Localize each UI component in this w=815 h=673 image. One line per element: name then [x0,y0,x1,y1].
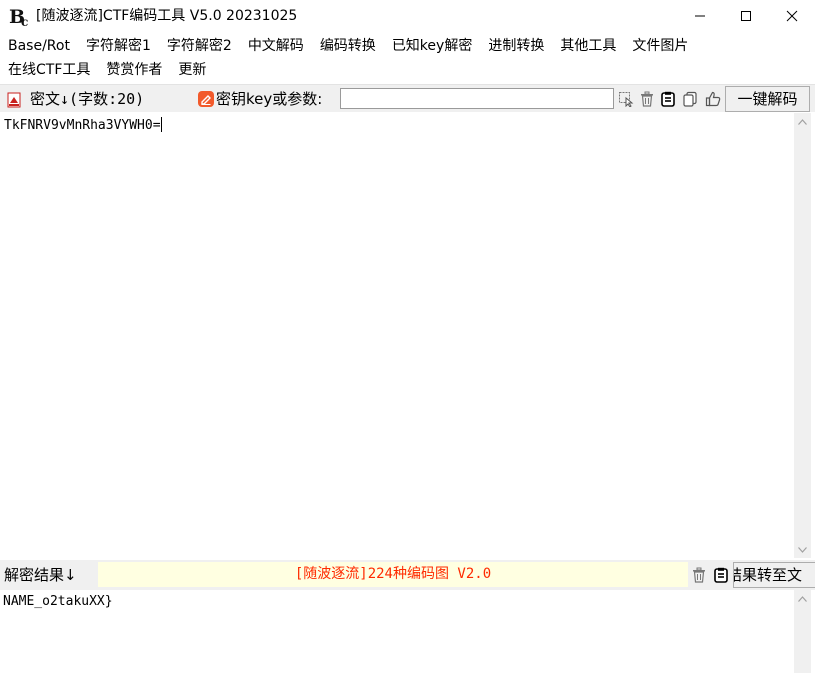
cipher-char-count: (字数:20) [69,90,145,108]
select-icon[interactable] [618,91,634,108]
scroll-down-arrow-icon[interactable] [794,541,811,558]
minimize-button[interactable] [677,0,723,32]
cipher-toolbar: 密文↓(字数:20) 密钥key或参数: 一键解码 [0,84,815,112]
menu-char-decrypt-2[interactable]: 字符解密2 [159,35,240,57]
trash-icon[interactable] [691,567,707,583]
menu-base-rot[interactable]: Base/Rot [0,35,78,57]
result-text: NAME_o2takuXX} [3,594,113,609]
menu-update[interactable]: 更新 [170,59,214,81]
cipher-text: TkFNRV9vMnRha3VYWH0= [4,118,161,133]
cipher-label-group: 密文↓(字数:20) [30,88,144,110]
cipher-arrow: ↓ [60,90,70,108]
key-input[interactable] [340,88,614,109]
paste-icon[interactable] [660,91,676,107]
menu-online-ctf-tools[interactable]: 在线CTF工具 [0,59,98,81]
copy-icon[interactable] [682,91,698,107]
close-icon [786,10,798,22]
result-textarea[interactable]: NAME_o2takuXX} [0,590,794,673]
paste-icon[interactable] [713,567,729,583]
key-edit-icon [198,91,214,107]
one-click-decode-button[interactable]: 一键解码 [725,86,810,112]
menu-bar: Base/Rot 字符解密1 字符解密2 中文解码 编码转换 已知key解密 进… [0,35,815,83]
window-title: [随波逐流]CTF编码工具 V5.0 20231025 [36,8,298,24]
key-label: 密钥key或参数: [216,90,323,108]
menu-donate-author[interactable]: 赞赏作者 [98,59,170,81]
result-to-text-button[interactable]: 结果转至文 [733,562,815,588]
result-toolbar: 解密结果↓ [随波逐流]224种编码图 V2.0 结果转至文 [0,560,815,590]
close-button[interactable] [769,0,815,32]
maximize-icon [741,11,751,21]
bc-logo-icon: B c [9,5,31,29]
trash-icon[interactable] [639,91,655,107]
scroll-up-arrow-icon[interactable] [794,113,811,130]
maximize-button[interactable] [723,0,769,32]
menu-row-1: Base/Rot 字符解密1 字符解密2 中文解码 编码转换 已知key解密 进… [0,35,696,57]
menu-other-tools[interactable]: 其他工具 [552,35,624,57]
result-label: 解密结果↓ [4,566,77,584]
cipher-textarea[interactable]: TkFNRV9vMnRha3VYWH0= [0,113,794,558]
promo-banner-link[interactable]: [随波逐流]224种编码图 V2.0 [98,562,688,587]
text-caret [160,117,162,132]
menu-known-key-decrypt[interactable]: 已知key解密 [384,35,481,57]
menu-encoding-convert[interactable]: 编码转换 [312,35,384,57]
pdf-file-icon [6,92,22,108]
result-to-text-label: 结果转至文 [733,566,803,584]
menu-base-convert[interactable]: 进制转换 [480,35,552,57]
menu-row-2: 在线CTF工具 赞赏作者 更新 [0,59,214,81]
scroll-up-arrow-icon[interactable] [794,590,811,607]
cipher-scrollbar[interactable] [794,113,811,558]
menu-chinese-decode[interactable]: 中文解码 [240,35,312,57]
result-scrollbar[interactable] [794,590,811,673]
menu-char-decrypt-1[interactable]: 字符解密1 [78,35,159,57]
svg-text:c: c [21,15,28,27]
thumbs-up-icon[interactable] [705,91,721,107]
title-bar: B c [随波逐流]CTF编码工具 V5.0 20231025 [0,0,815,32]
minimize-icon [695,15,705,17]
cipher-label: 密文 [30,90,61,108]
menu-file-image[interactable]: 文件图片 [624,35,696,57]
